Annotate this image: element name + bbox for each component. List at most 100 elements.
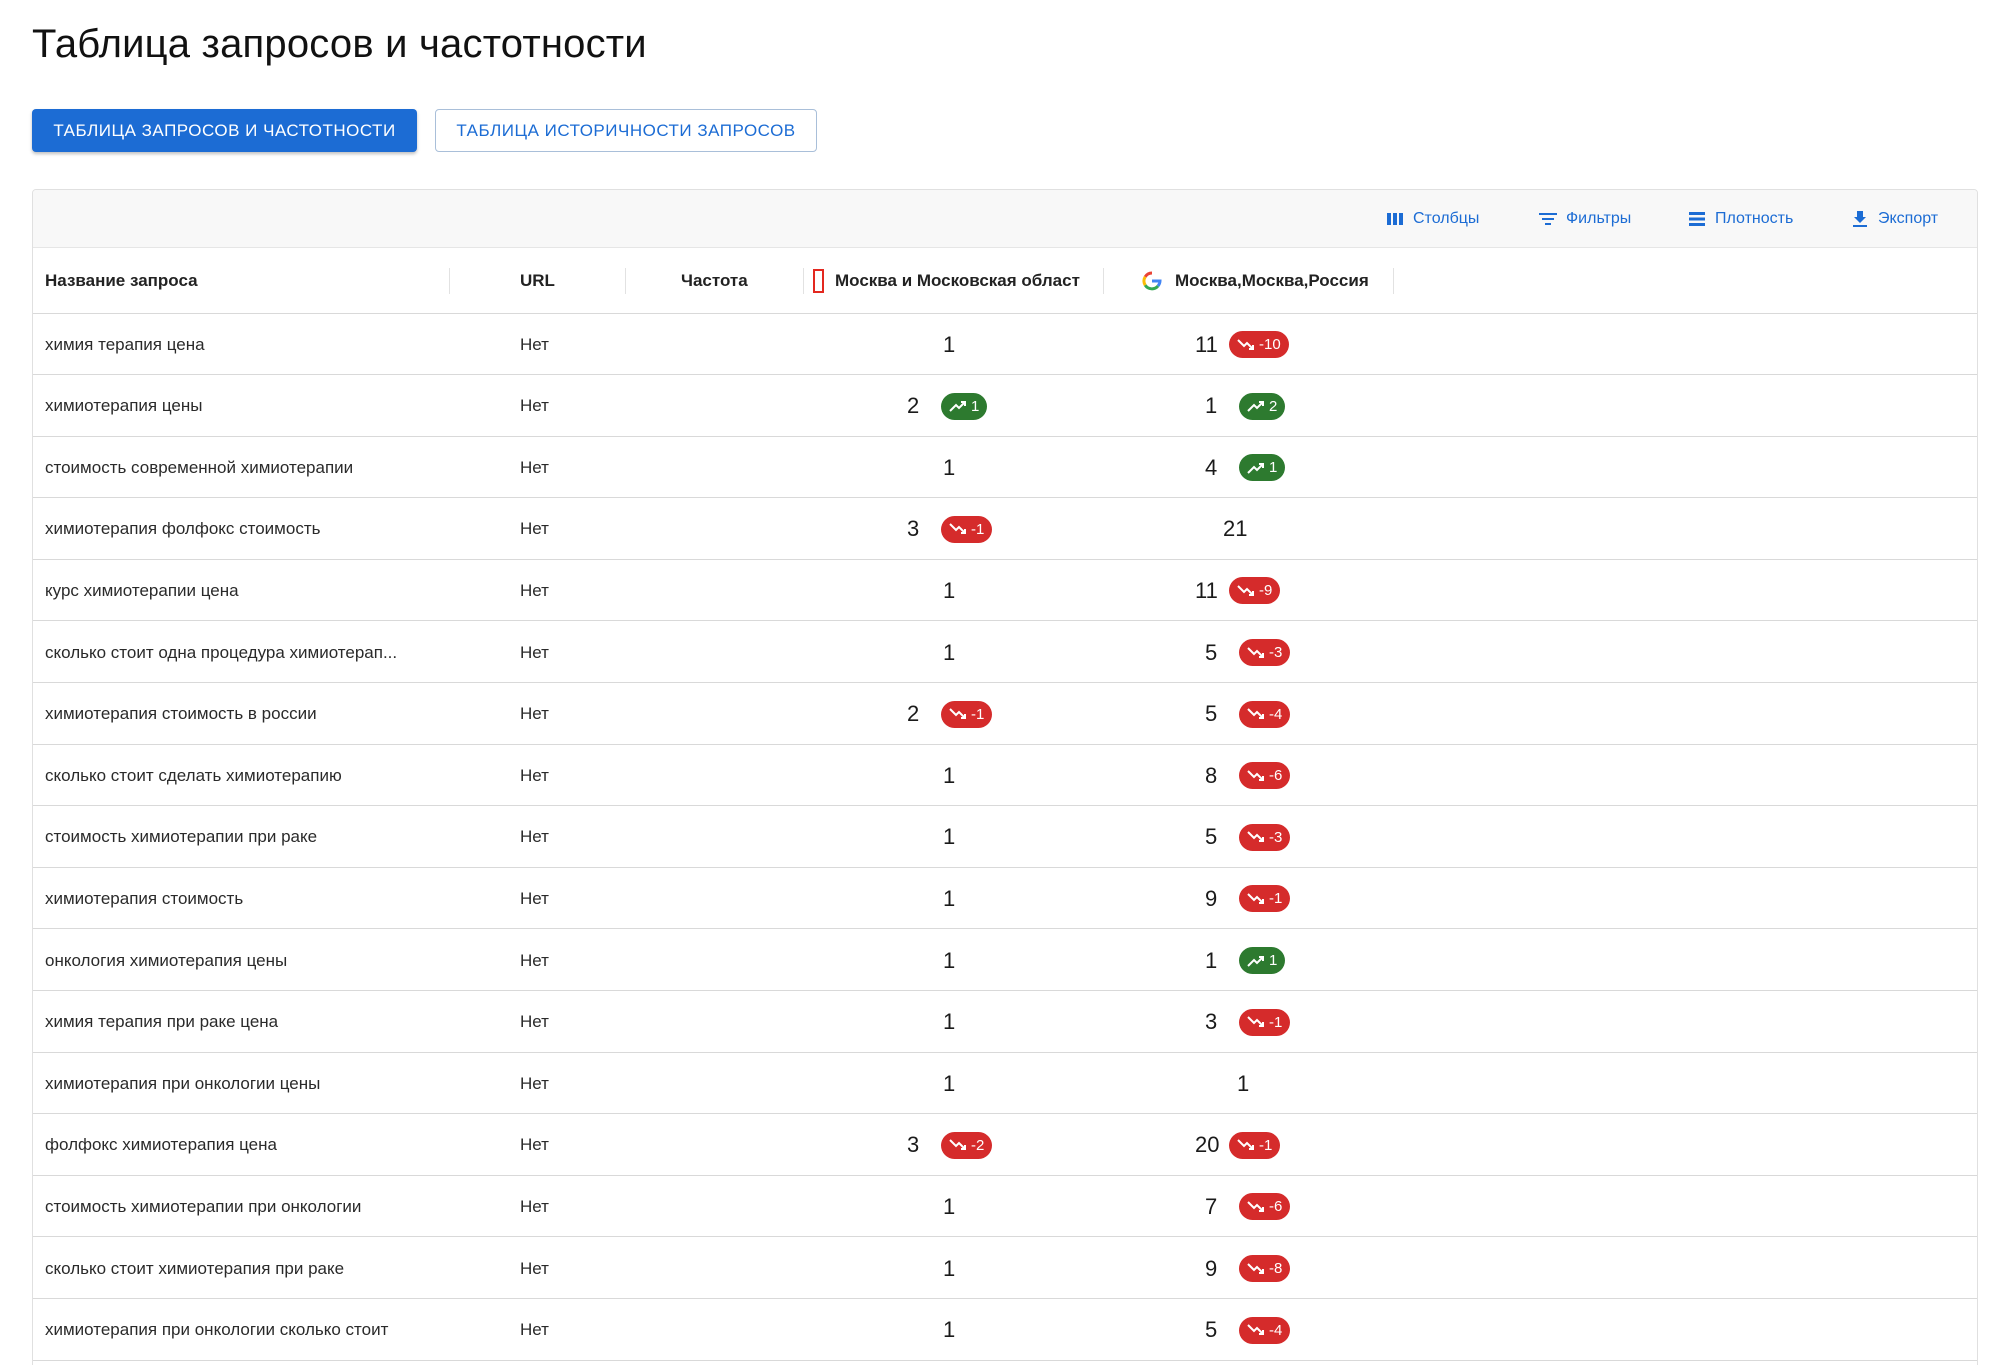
yandex-rank: 1 xyxy=(943,947,956,973)
google-rank: 5 xyxy=(1205,1317,1218,1343)
query-name: химия терапия при раке цена xyxy=(45,1012,279,1032)
query-url: Нет xyxy=(520,704,549,724)
tab-queries-frequency[interactable]: ТАБЛИЦА ЗАПРОСОВ И ЧАСТОТНОСТИ xyxy=(32,109,417,152)
trending-down-icon xyxy=(1247,893,1264,904)
google-rank-change: -1 xyxy=(1239,868,1291,929)
trending-down-icon xyxy=(949,708,966,720)
google-rank: 1 xyxy=(1205,393,1218,419)
tab-query-history[interactable]: ТАБЛИЦА ИСТОРИЧНОСТИ ЗАПРОСОВ xyxy=(435,109,817,152)
table-row[interactable]: химиотерапия стоимость в россии Нет 2 -1 5 -4 xyxy=(33,684,1977,745)
table-row[interactable]: сколько стоит сделать химиотерапию Нет 1 8 -… xyxy=(33,745,1977,807)
trending-up-icon xyxy=(949,401,966,412)
query-url: Нет xyxy=(520,1196,549,1216)
google-rank: 5 xyxy=(1205,701,1218,727)
trending-down-icon xyxy=(1237,585,1254,596)
yandex-rank-change: -2 xyxy=(941,1115,993,1176)
query-url: Нет xyxy=(520,642,549,662)
density-label: Плотность xyxy=(1715,210,1794,227)
table-row[interactable]: онкология химиотерапия цены Нет 1 1 1 xyxy=(33,930,1977,991)
query-name: химия терапия цена xyxy=(45,334,205,354)
query-url: Нет xyxy=(520,1135,549,1155)
query-url: Нет xyxy=(520,1073,549,1093)
query-name: химиотерапия стоимость в россии xyxy=(45,704,317,724)
google-rank-change-value: -6 xyxy=(1269,1198,1283,1216)
google-rank: 11 xyxy=(1195,577,1218,603)
google-rank-change-value: -4 xyxy=(1269,705,1283,723)
yandex-rank: 2 xyxy=(907,701,920,727)
query-name: стоимость современной химиотерапии xyxy=(45,457,354,477)
table-row[interactable]: сколько стоит одна процедура химиотерап.… xyxy=(33,622,1977,683)
google-rank: 9 xyxy=(1205,1255,1218,1281)
column-header-frequency[interactable]: Частота xyxy=(681,248,801,314)
yandex-rank-change-value: -1 xyxy=(971,520,985,538)
yandex-rank: 1 xyxy=(943,454,956,480)
google-rank-change: -6 xyxy=(1239,1176,1291,1237)
column-header-google[interactable]: Москва,Москва,Россия xyxy=(1141,248,1431,314)
table-row[interactable]: химиотерапия фолфокс стоимость Нет 3 -1 21 xyxy=(33,499,1977,560)
table-row[interactable]: фолфокс химиотерапия цена Нет 3 -2 20 -1 xyxy=(33,1115,1977,1176)
table-row[interactable]: стоимость химиотерапии при раке Нет 1 5 -3 xyxy=(33,807,1977,868)
google-rank-change: -4 xyxy=(1239,1300,1291,1361)
filters-button[interactable]: Фильтры xyxy=(1539,190,1631,248)
google-rank-change-value: -1 xyxy=(1259,1136,1273,1154)
google-rank-change-value: -3 xyxy=(1269,828,1283,846)
google-rank: 1 xyxy=(1205,947,1218,973)
density-button[interactable]: Плотность xyxy=(1688,190,1793,248)
trending-down-icon xyxy=(1247,1262,1264,1274)
query-name: сколько стоит одна процедура химиотерап.… xyxy=(45,642,398,662)
google-rank: 20 xyxy=(1195,1132,1220,1158)
table-row[interactable]: курс химиотерапии цена Нет 1 11 -9 xyxy=(33,560,1977,622)
google-rank-change: 1 xyxy=(1239,930,1286,991)
google-region-label: Москва,Москва,Россия xyxy=(1175,271,1369,290)
query-url: Нет xyxy=(520,334,549,354)
google-rank-change-value: 1 xyxy=(1269,952,1278,969)
google-rank: 4 xyxy=(1205,454,1218,480)
google-rank: 8 xyxy=(1205,762,1218,788)
yandex-rank: 1 xyxy=(943,577,956,603)
trending-down-icon xyxy=(1247,769,1264,781)
query-url: Нет xyxy=(520,1012,549,1032)
trending-down-icon xyxy=(1247,1016,1264,1028)
table-row[interactable]: химиотерапия при онкологии цены Нет 1 1 xyxy=(33,1053,1977,1115)
table-row[interactable]: химия терапия цена Нет 1 11 -10 xyxy=(33,314,1977,375)
trending-down-icon xyxy=(1247,646,1264,658)
google-rank-change: -8 xyxy=(1239,1238,1291,1299)
google-rank-change-value: -10 xyxy=(1259,336,1281,353)
table-row[interactable]: химиотерапия при онкологии сколько стоит… xyxy=(33,1300,1977,1361)
columns-label: Столбцы xyxy=(1413,210,1480,227)
google-rank-change: -9 xyxy=(1229,560,1281,621)
google-rank-change: 1 xyxy=(1239,437,1286,498)
google-rank-change-value: -8 xyxy=(1269,1260,1283,1277)
query-name: курс химиотерапии цена xyxy=(45,580,239,600)
yandex-rank: 1 xyxy=(943,1009,956,1035)
table-row[interactable]: сколько стоит химиотерапия при раке Нет 1 9… xyxy=(33,1238,1977,1299)
table-row[interactable]: химиотерапия цены Нет 2 1 1 2 xyxy=(33,376,1977,437)
yandex-rank: 1 xyxy=(943,762,956,788)
column-header-url[interactable]: URL xyxy=(520,248,640,314)
columns-button[interactable]: Столбцы xyxy=(1386,190,1479,248)
yandex-rank: 3 xyxy=(907,516,920,542)
google-rank-change: -1 xyxy=(1239,992,1291,1053)
column-header-query[interactable]: Название запроса xyxy=(45,248,445,314)
table-row[interactable]: химиотерапия стоимость Нет 1 9 -1 xyxy=(33,868,1977,930)
grid-header: Название запроса URL Частота Москва и Мо… xyxy=(33,248,1977,314)
google-rank-change: -3 xyxy=(1239,622,1291,683)
query-url: Нет xyxy=(520,457,549,477)
query-name: онкология химиотерапия цены xyxy=(45,950,288,970)
filters-label: Фильтры xyxy=(1566,210,1632,227)
trending-down-icon xyxy=(949,1139,966,1151)
yandex-rank: 1 xyxy=(943,331,956,357)
query-url: Нет xyxy=(520,827,549,847)
table-row[interactable]: стоимость современной химиотерапии Нет 1 4 1 xyxy=(33,437,1977,499)
export-button[interactable]: Экспорт xyxy=(1851,190,1938,248)
google-rank-change-value: -9 xyxy=(1259,582,1273,600)
google-rank-change: -10 xyxy=(1229,314,1289,375)
query-url: Нет xyxy=(520,765,549,785)
table-row[interactable]: химия терапия при раке цена Нет 1 3 -1 xyxy=(33,992,1977,1053)
table-row[interactable]: стоимость химиотерапии при онкологии Нет 1… xyxy=(33,1176,1977,1238)
yandex-rank-change-value: -1 xyxy=(971,705,985,723)
column-header-yandex[interactable]: Москва и Московская област xyxy=(813,248,1113,314)
google-rank-change-value: -1 xyxy=(1269,890,1283,908)
yandex-rank: 1 xyxy=(943,885,956,911)
google-icon xyxy=(1142,271,1162,291)
